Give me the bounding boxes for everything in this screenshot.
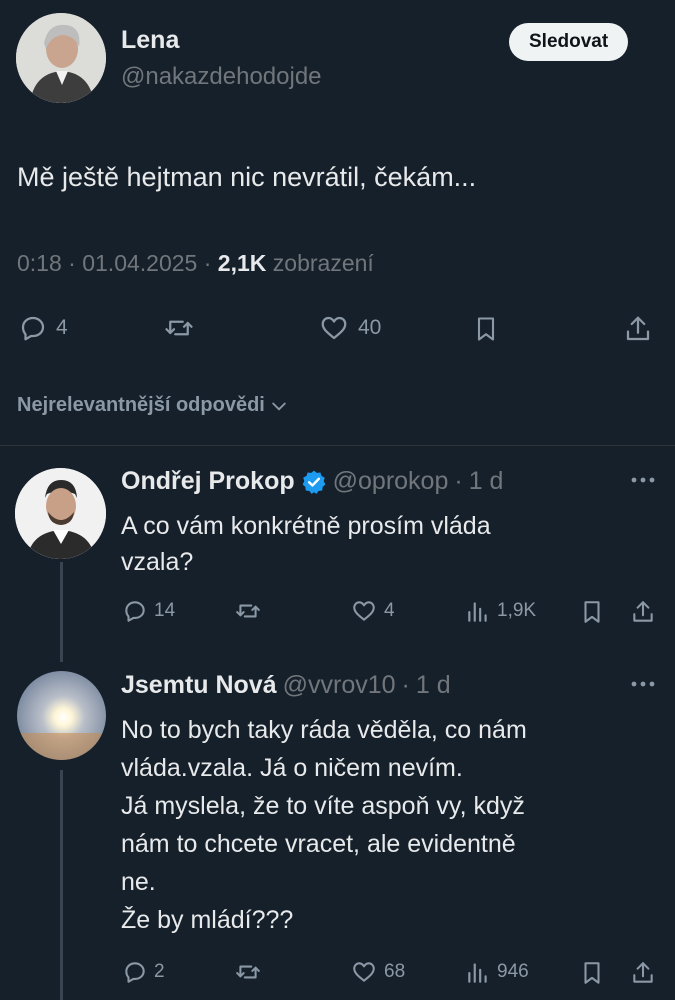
- post-date[interactable]: 01.04.2025: [82, 250, 197, 276]
- reply-text-line: nám to chcete vracet, ale evidentně: [121, 830, 516, 858]
- analytics-icon: [465, 598, 491, 624]
- like-action[interactable]: 68: [350, 959, 405, 985]
- more-dots-icon: [628, 470, 658, 490]
- views-action[interactable]: 946: [465, 959, 529, 985]
- reply-age[interactable]: 1 d: [416, 671, 451, 700]
- view-count: 946: [497, 961, 529, 982]
- reply-text-line: Já myslela, že to víte aspoň vy, když: [121, 792, 525, 820]
- section-divider: [0, 445, 675, 446]
- share-icon: [623, 313, 653, 345]
- share-action[interactable]: [630, 959, 656, 987]
- repost-icon: [162, 313, 196, 343]
- views-action[interactable]: 1,9K: [465, 598, 536, 624]
- views-count[interactable]: 2,1K: [218, 250, 267, 276]
- post-time[interactable]: 0:18: [17, 250, 62, 276]
- reply-text-line: ne.: [121, 868, 156, 896]
- reply-count: 4: [56, 316, 68, 339]
- reply-icon: [122, 598, 148, 624]
- sort-label: Nejrelevantnější odpovědi: [17, 394, 265, 416]
- heart-icon: [350, 598, 378, 624]
- bookmark-action[interactable]: [579, 959, 605, 987]
- more-options-button[interactable]: [628, 470, 658, 490]
- reply-text-line: vláda.vzala. Já o ničem nevím.: [121, 754, 463, 782]
- post-meta: 0:18 · 01.04.2025 · 2,1K zobrazení: [17, 250, 374, 276]
- bookmark-action[interactable]: [579, 598, 605, 626]
- more-options-button[interactable]: [628, 674, 658, 694]
- chevron-down-icon: [269, 396, 289, 416]
- share-icon: [630, 598, 656, 626]
- reply-header: Ondřej Prokop @oprokop · 1 d: [121, 467, 504, 496]
- author-name[interactable]: Lena: [121, 26, 179, 55]
- reply-text: No to bych taky ráda věděla, co nám vlád…: [121, 711, 527, 939]
- views-label: zobrazení: [272, 250, 374, 276]
- author-avatar[interactable]: [16, 13, 106, 103]
- repost-action[interactable]: [233, 598, 263, 624]
- reply-handle[interactable]: @oprokop: [333, 467, 449, 496]
- reply-text-line: Že by mládí???: [121, 906, 294, 934]
- share-action[interactable]: [630, 598, 656, 626]
- post-text: Mě ještě hejtman nic nevrátil, čekám...: [17, 162, 477, 192]
- reply-handle[interactable]: @vvrov10: [283, 671, 396, 700]
- repost-icon: [233, 959, 263, 985]
- follow-button[interactable]: Sledovat: [509, 23, 629, 61]
- reply-header: Jsemtu Nová @vvrov10 · 1 d: [121, 671, 451, 700]
- like-action[interactable]: 40: [318, 313, 381, 343]
- author-handle[interactable]: @nakazdehodojde: [121, 63, 322, 91]
- repost-action[interactable]: [162, 313, 196, 343]
- repost-icon: [233, 598, 263, 624]
- sort-dropdown[interactable]: Nejrelevantnější odpovědi: [17, 394, 289, 417]
- reply-action[interactable]: 4: [18, 313, 68, 343]
- reply-text: A co vám konkrétně prosím vláda vzala?: [121, 508, 491, 580]
- reply-action[interactable]: 14: [122, 598, 175, 624]
- reply-icon: [122, 959, 148, 985]
- reply-count: 2: [154, 961, 165, 982]
- analytics-icon: [465, 959, 491, 985]
- reply-age[interactable]: 1 d: [469, 467, 504, 496]
- like-count: 40: [358, 316, 382, 339]
- like-count: 4: [384, 600, 395, 621]
- heart-icon: [350, 959, 378, 985]
- repost-action[interactable]: [233, 959, 263, 985]
- verified-badge-icon: [301, 469, 327, 495]
- share-icon: [630, 959, 656, 987]
- thread-line: [60, 770, 63, 1000]
- reply-action[interactable]: 2: [122, 959, 165, 985]
- like-action[interactable]: 4: [350, 598, 395, 624]
- reply-avatar[interactable]: [15, 468, 106, 559]
- reply-author-name[interactable]: Jsemtu Nová: [121, 671, 277, 700]
- more-dots-icon: [628, 674, 658, 694]
- reply-icon: [18, 313, 48, 343]
- bookmark-icon: [579, 959, 605, 987]
- heart-icon: [318, 313, 350, 343]
- reply-count: 14: [154, 600, 176, 621]
- bookmark-action[interactable]: [472, 313, 500, 345]
- reply-text-line: vzala?: [121, 548, 194, 576]
- reply-avatar[interactable]: [17, 671, 106, 760]
- view-count: 1,9K: [497, 600, 537, 621]
- thread-line: [60, 562, 63, 662]
- bookmark-icon: [579, 598, 605, 626]
- reply-text-line: No to bych taky ráda věděla, co nám: [121, 716, 527, 744]
- bookmark-icon: [472, 313, 500, 345]
- like-count: 68: [384, 961, 406, 982]
- share-action[interactable]: [623, 313, 653, 345]
- reply-text-line: A co vám konkrétně prosím vláda: [121, 512, 491, 540]
- reply-author-name[interactable]: Ondřej Prokop: [121, 467, 295, 496]
